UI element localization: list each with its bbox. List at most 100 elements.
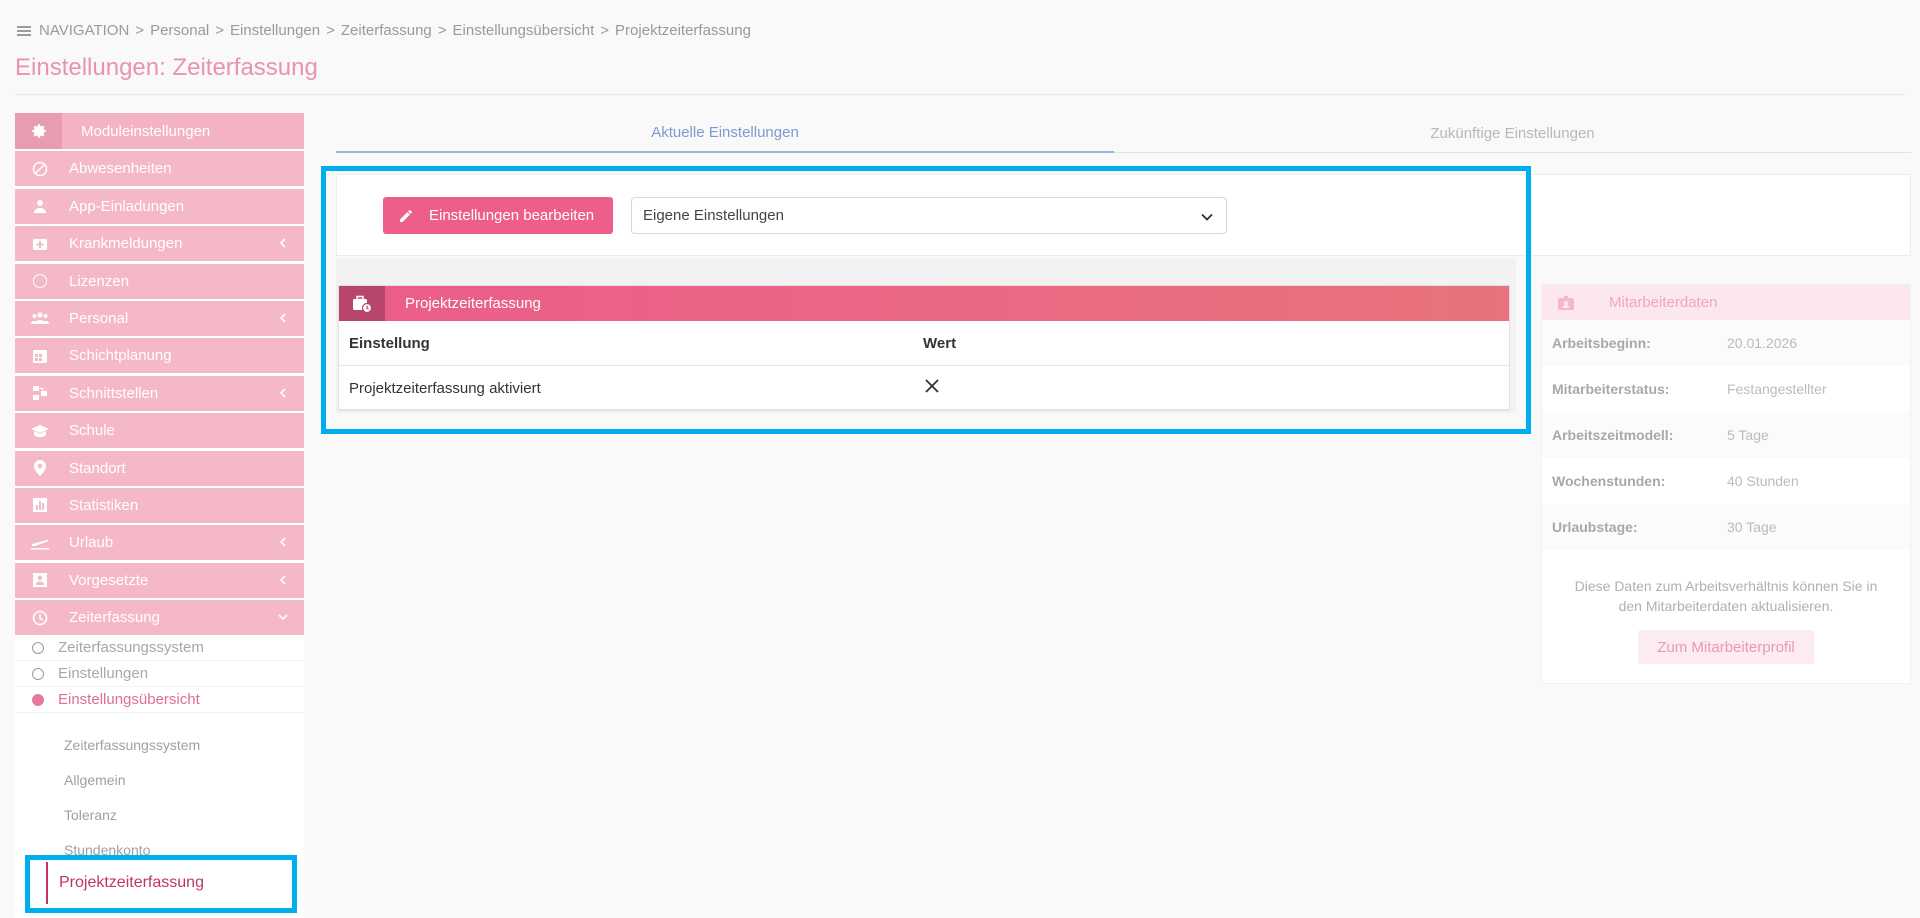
sidebar-item-label: Schichtplanung bbox=[69, 347, 172, 365]
bullet-icon bbox=[32, 641, 44, 654]
employee-data-panel: Mitarbeiterdaten Arbeitsbeginn: 20.01.202… bbox=[1541, 284, 1911, 684]
breadcrumb-item-zeiterfassung[interactable]: Zeiterfassung bbox=[341, 22, 432, 39]
employee-data-row: Arbeitszeitmodell: 5 Tage bbox=[1542, 412, 1910, 458]
plane-icon bbox=[29, 536, 51, 550]
sidebar-item-label: Standort bbox=[69, 459, 126, 477]
breadcrumb-item-projektzeiterfassung: Projektzeiterfassung bbox=[615, 22, 751, 39]
sidebar-item-label: Schule bbox=[69, 422, 115, 440]
breadcrumb-separator: > bbox=[135, 22, 145, 39]
sub-item-einstellungsuebersicht[interactable]: Einstellungsübersicht bbox=[15, 687, 304, 714]
chevron-left-icon bbox=[279, 238, 286, 248]
row-key: Arbeitsbeginn: bbox=[1552, 335, 1651, 351]
id-card-icon bbox=[1542, 285, 1589, 320]
tab-zukuenftige-einstellungen[interactable]: Zukünftige Einstellungen bbox=[1114, 113, 1911, 153]
medical-icon bbox=[29, 236, 51, 252]
sidebar: Moduleinstellungen Abwesenheiten App-Ein… bbox=[15, 113, 304, 918]
employee-data-row: Arbeitsbeginn: 20.01.2026 bbox=[1542, 320, 1910, 366]
sidebar-item-personal[interactable]: Personal bbox=[15, 300, 304, 336]
bullet-icon bbox=[32, 693, 44, 706]
circle-icon bbox=[29, 274, 51, 289]
row-key: Arbeitszeitmodell: bbox=[1552, 427, 1674, 443]
breadcrumb-item-navigation[interactable]: NAVIGATION bbox=[39, 22, 129, 39]
sidebar-item-label: Urlaub bbox=[69, 534, 114, 552]
sidebar-item-standort[interactable]: Standort bbox=[15, 450, 304, 486]
sidebar-item-label: Krankmeldungen bbox=[69, 235, 183, 253]
clock-icon bbox=[29, 610, 51, 626]
sidebar-header: Moduleinstellungen bbox=[15, 113, 304, 149]
breadcrumb-separator: > bbox=[215, 22, 225, 39]
employee-profile-button[interactable]: Zum Mitarbeiterprofil bbox=[1638, 630, 1814, 664]
calendar-icon bbox=[29, 348, 51, 364]
row-value: 30 Tage bbox=[1727, 519, 1777, 535]
sidebar-item-label: App-Einladungen bbox=[69, 197, 185, 215]
breadcrumb-item-einstellungen[interactable]: Einstellungen bbox=[230, 22, 320, 39]
sidebar-item-schule[interactable]: Schule bbox=[15, 413, 304, 449]
chevron-left-icon bbox=[279, 388, 286, 398]
breadcrumb: NAVIGATION > Personal > Einstellungen > … bbox=[17, 22, 751, 39]
gear-icon bbox=[15, 113, 62, 149]
tab-aktuelle-einstellungen[interactable]: Aktuelle Einstellungen bbox=[336, 113, 1114, 153]
school-icon bbox=[29, 424, 51, 438]
employee-data-row: Wochenstunden: 40 Stunden bbox=[1542, 458, 1910, 504]
row-value: 40 Stunden bbox=[1727, 473, 1799, 489]
page-title: Einstellungen: Zeiterfassung bbox=[15, 54, 318, 81]
row-value: 5 Tage bbox=[1727, 427, 1769, 443]
sidebar-header-label: Moduleinstellungen bbox=[81, 122, 211, 140]
sidebar-item-abwesenheiten[interactable]: Abwesenheiten bbox=[15, 151, 304, 187]
chevron-left-icon bbox=[279, 575, 286, 585]
row-key: Urlaubstage: bbox=[1552, 519, 1638, 535]
employee-data-row: Urlaubstage: 30 Tage bbox=[1542, 504, 1910, 550]
highlight-frame bbox=[321, 166, 1531, 434]
bullet-icon bbox=[32, 667, 44, 680]
chevron-down-icon bbox=[278, 614, 288, 621]
tab-bar: Aktuelle Einstellungen Zukünftige Einste… bbox=[336, 113, 1911, 153]
group-icon bbox=[29, 311, 51, 325]
breadcrumb-item-personal[interactable]: Personal bbox=[150, 22, 209, 39]
subsub-item-toleranz[interactable]: Toleranz bbox=[15, 797, 304, 832]
supervisor-icon bbox=[29, 572, 51, 588]
breadcrumb-separator: > bbox=[326, 22, 335, 39]
subsub-item-zeiterfassungssystem[interactable]: Zeiterfassungssystem bbox=[15, 727, 304, 762]
sidebar-item-lizenzen[interactable]: Lizenzen bbox=[15, 263, 304, 299]
employee-data-rows: Arbeitsbeginn: 20.01.2026 Mitarbeiterstat… bbox=[1542, 320, 1910, 550]
sidebar-item-urlaub[interactable]: Urlaub bbox=[15, 525, 304, 561]
chevron-left-icon bbox=[279, 537, 286, 547]
interface-icon bbox=[29, 385, 51, 401]
employee-data-header: Mitarbeiterdaten bbox=[1542, 285, 1910, 320]
employee-data-title: Mitarbeiterdaten bbox=[1609, 294, 1718, 311]
chevron-left-icon bbox=[279, 313, 286, 323]
sidebar-item-label: Zeiterfassung bbox=[69, 609, 160, 627]
sub-item-label: Einstellungsübersicht bbox=[58, 691, 200, 709]
row-key: Mitarbeiterstatus: bbox=[1552, 381, 1670, 397]
employee-data-note: Diese Daten zum Arbeitsverhältnis können… bbox=[1574, 578, 1878, 614]
breadcrumb-item-einstellungsuebersicht[interactable]: Einstellungsübersicht bbox=[453, 22, 595, 39]
sidebar-item-app-einladungen[interactable]: App-Einladungen bbox=[15, 188, 304, 224]
sub-item-label: Einstellungen bbox=[58, 665, 149, 683]
sidebar-item-zeiterfassung[interactable]: Zeiterfassung bbox=[15, 600, 304, 636]
sub-item-label: Zeiterfassungssystem bbox=[58, 639, 204, 657]
row-value: 20.01.2026 bbox=[1727, 335, 1798, 351]
breadcrumb-separator: > bbox=[437, 22, 447, 39]
sidebar-item-label: Statistiken bbox=[69, 496, 139, 514]
sidebar-item-schnittstellen[interactable]: Schnittstellen bbox=[15, 375, 304, 411]
sidebar-item-label: Abwesenheiten bbox=[69, 160, 172, 178]
row-key: Wochenstunden: bbox=[1552, 473, 1666, 489]
breadcrumb-separator: > bbox=[600, 22, 610, 39]
divider bbox=[15, 94, 1905, 95]
subsub-item-projektzeiterfassung[interactable]: Projektzeiterfassung bbox=[46, 862, 204, 904]
sidebar-item-label: Vorgesetzte bbox=[69, 571, 149, 589]
sidebar-item-schichtplanung[interactable]: Schichtplanung bbox=[15, 338, 304, 374]
sidebar-item-statistiken[interactable]: Statistiken bbox=[15, 487, 304, 523]
user-icon bbox=[29, 198, 51, 214]
subsub-item-allgemein[interactable]: Allgemein bbox=[15, 762, 304, 797]
sub-item-einstellungen[interactable]: Einstellungen bbox=[15, 661, 304, 688]
sidebar-item-label: Lizenzen bbox=[69, 272, 130, 290]
sidebar-item-krankmeldungen[interactable]: Krankmeldungen bbox=[15, 226, 304, 262]
sidebar-item-label: Schnittstellen bbox=[69, 384, 159, 402]
sub-item-zeiterfassungssystem[interactable]: Zeiterfassungssystem bbox=[15, 635, 304, 662]
sidebar-item-label: Personal bbox=[69, 309, 129, 327]
pin-icon bbox=[29, 460, 51, 477]
row-value: Festangestellter bbox=[1727, 381, 1827, 397]
sidebar-item-vorgesetzte[interactable]: Vorgesetzte bbox=[15, 562, 304, 598]
menu-icon[interactable] bbox=[17, 24, 31, 38]
